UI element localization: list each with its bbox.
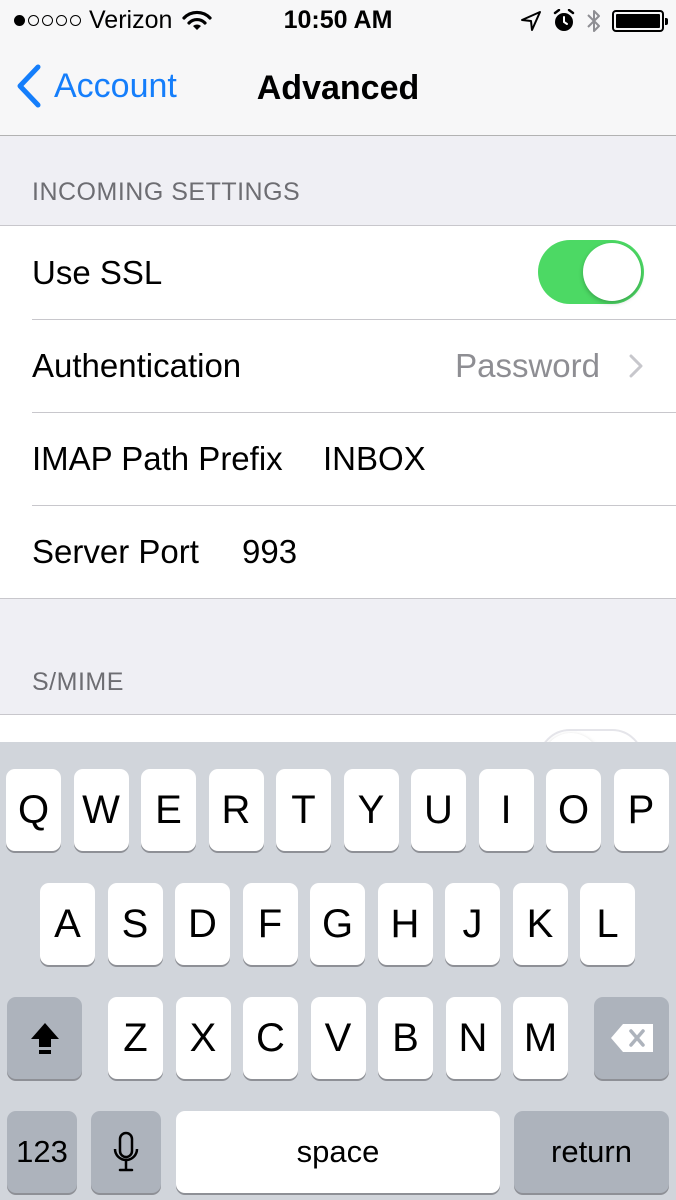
key-b[interactable]: B [378, 997, 433, 1079]
toggle-knob [583, 243, 641, 301]
use-ssl-row: Use SSL [0, 226, 676, 319]
imap-path-prefix-row: IMAP Path Prefix INBOX [0, 412, 676, 505]
authentication-row[interactable]: Authentication Password [0, 319, 676, 412]
imap-path-prefix-label: IMAP Path Prefix [32, 440, 283, 477]
microphone-icon [113, 1131, 139, 1172]
authentication-value: Password [455, 347, 600, 384]
server-port-label: Server Port [32, 533, 199, 570]
battery-fill [616, 14, 660, 28]
incoming-settings-group: Use SSL Authentication Password IMAP Pat… [0, 225, 676, 599]
navigation-bar: Account Advanced [0, 40, 676, 136]
key-j[interactable]: J [445, 883, 500, 965]
authentication-label: Authentication [32, 347, 242, 384]
page-title: Advanced [256, 69, 420, 107]
key-y[interactable]: Y [343, 769, 399, 851]
use-ssl-toggle[interactable] [538, 240, 644, 304]
dictation-key[interactable] [91, 1111, 161, 1193]
key-i[interactable]: I [478, 769, 534, 851]
key-o[interactable]: O [546, 769, 601, 851]
status-bar: Verizon 10:50 AM [0, 0, 676, 40]
section-header-incoming: INCOMING SETTINGS [32, 178, 301, 206]
return-key[interactable]: return [514, 1111, 669, 1193]
key-w[interactable]: W [73, 769, 129, 851]
key-d[interactable]: D [175, 883, 230, 965]
key-a[interactable]: A [40, 883, 95, 965]
use-ssl-label: Use SSL [32, 254, 163, 291]
key-e[interactable]: E [141, 769, 196, 851]
key-r[interactable]: R [208, 769, 264, 851]
key-x[interactable]: X [175, 997, 231, 1079]
status-bar-right [520, 8, 668, 34]
key-c[interactable]: C [243, 997, 298, 1079]
keyboard: QWERTYUIOP ASDFGHJKL ZXCVBNM 123 space r… [0, 742, 676, 1200]
key-f[interactable]: F [242, 883, 298, 965]
section-header-smime: S/MIME [32, 668, 124, 696]
imap-path-prefix-field[interactable]: INBOX [323, 440, 426, 478]
alarm-icon [553, 9, 575, 31]
shift-key[interactable] [7, 997, 82, 1079]
shift-arrow-icon [30, 1023, 59, 1054]
server-port-field[interactable]: 993 [242, 533, 297, 571]
key-t[interactable]: T [276, 769, 331, 851]
delete-key[interactable] [594, 997, 669, 1079]
key-m[interactable]: M [513, 997, 568, 1079]
key-k[interactable]: K [512, 883, 568, 965]
key-h[interactable]: H [377, 883, 433, 965]
chevron-right-icon [629, 354, 643, 378]
location-arrow-icon [521, 11, 541, 31]
key-n[interactable]: N [445, 997, 501, 1079]
key-s[interactable]: S [107, 883, 163, 965]
delete-backspace-icon [610, 1024, 653, 1052]
bluetooth-icon [587, 10, 600, 32]
screen: Verizon 10:50 AM Account Advanced INCOMI… [0, 0, 676, 1200]
key-z[interactable]: Z [108, 997, 163, 1079]
key-q[interactable]: Q [6, 769, 61, 851]
key-u[interactable]: U [411, 769, 466, 851]
battery-icon [612, 10, 668, 32]
space-key[interactable]: space [176, 1111, 500, 1193]
numbers-key[interactable]: 123 [7, 1111, 77, 1193]
key-g[interactable]: G [310, 883, 365, 965]
key-v[interactable]: V [310, 997, 366, 1079]
server-port-row: Server Port 993 [0, 505, 676, 598]
key-l[interactable]: L [580, 883, 635, 965]
key-p[interactable]: P [613, 769, 669, 851]
